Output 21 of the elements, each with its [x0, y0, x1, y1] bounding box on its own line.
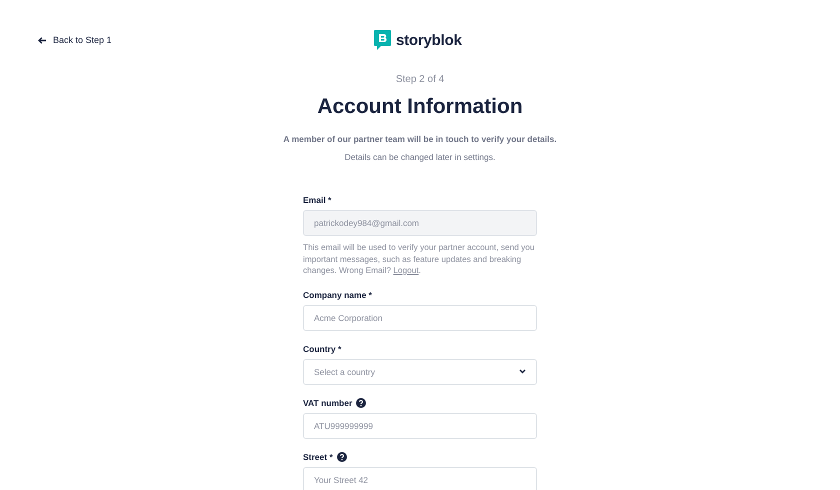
intro-text: Details can be changed later in settings. [344, 152, 496, 162]
help-icon[interactable] [336, 452, 347, 462]
field-label: Street * [303, 452, 333, 462]
step-indicator: Step 2 of 4 [396, 74, 444, 85]
back-link[interactable]: Back to Step 1 [38, 35, 112, 45]
field-label: Email * [303, 195, 332, 205]
intro-text: A member of our partner team will be in touch to verify your details. [283, 134, 557, 144]
page-title: Account Information [317, 95, 523, 119]
field-label: Country * [303, 344, 342, 354]
field-label: Company name * [303, 290, 372, 300]
logo-text: storyblok [396, 32, 462, 48]
text-field[interactable]: ATU999999999 [303, 412, 537, 438]
chevron-down-icon [519, 369, 526, 374]
logo-icon [374, 30, 391, 50]
help-text: This email will be used to verify your partner account, send you important messages, such as feature updates and breaking changes. Wrong Email? Logout. [303, 242, 536, 276]
arrow-left-icon [38, 36, 46, 44]
text-field[interactable]: Acme Corporation [303, 304, 537, 330]
country-select[interactable]: Select a country [303, 358, 537, 384]
help-icon[interactable] [356, 398, 366, 408]
text-field[interactable]: Your Street 42 [303, 466, 537, 490]
field-label: VAT number [303, 398, 352, 408]
